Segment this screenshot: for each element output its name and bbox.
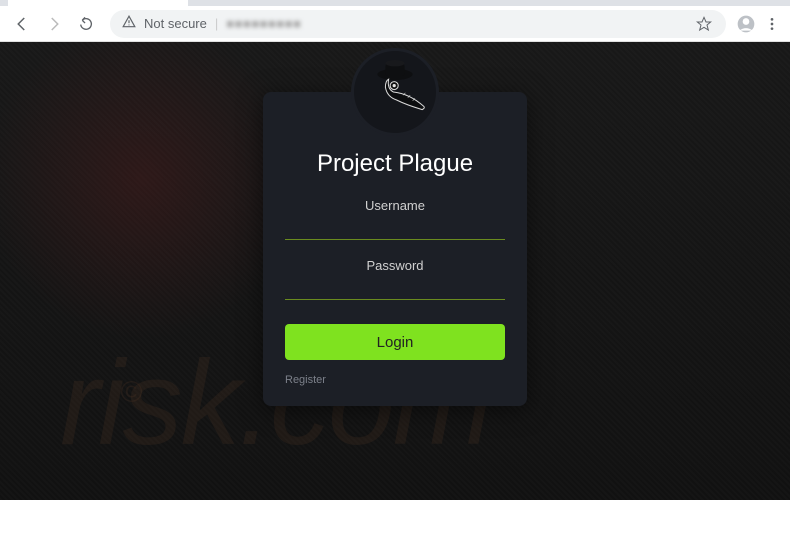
login-card: Project Plague Username Password Login R… <box>263 92 527 406</box>
kebab-menu-icon[interactable] <box>762 14 782 34</box>
new-tab-button[interactable]: + <box>194 0 222 3</box>
address-bar[interactable]: Not secure | ■■■■■■■■■ <box>110 10 726 38</box>
profile-avatar-icon[interactable] <box>736 14 756 34</box>
page-viewport: © risk.com Project Plague Username Passw… <box>0 42 790 500</box>
username-label: Username <box>285 198 505 213</box>
bookmark-star-icon[interactable] <box>694 14 714 34</box>
plague-doctor-logo <box>351 48 439 136</box>
password-input[interactable] <box>285 299 505 300</box>
watermark-copyright: © <box>120 376 142 410</box>
login-title: Project Plague <box>285 150 505 178</box>
back-button[interactable] <box>8 10 36 38</box>
not-secure-warning-icon <box>122 15 136 32</box>
reload-button[interactable] <box>72 10 100 38</box>
forward-button[interactable] <box>40 10 68 38</box>
username-input[interactable] <box>285 239 505 240</box>
browser-tab[interactable]: Project Plague ✕ <box>8 0 188 6</box>
browser-toolbar: Not secure | ■■■■■■■■■ <box>0 6 790 42</box>
login-button[interactable]: Login <box>285 324 505 360</box>
tab-strip: Project Plague ✕ + <box>0 0 790 6</box>
not-secure-label: Not secure <box>144 16 207 31</box>
password-label: Password <box>285 258 505 273</box>
url-text: ■■■■■■■■■ <box>226 16 301 31</box>
register-link[interactable]: Register <box>285 374 326 386</box>
